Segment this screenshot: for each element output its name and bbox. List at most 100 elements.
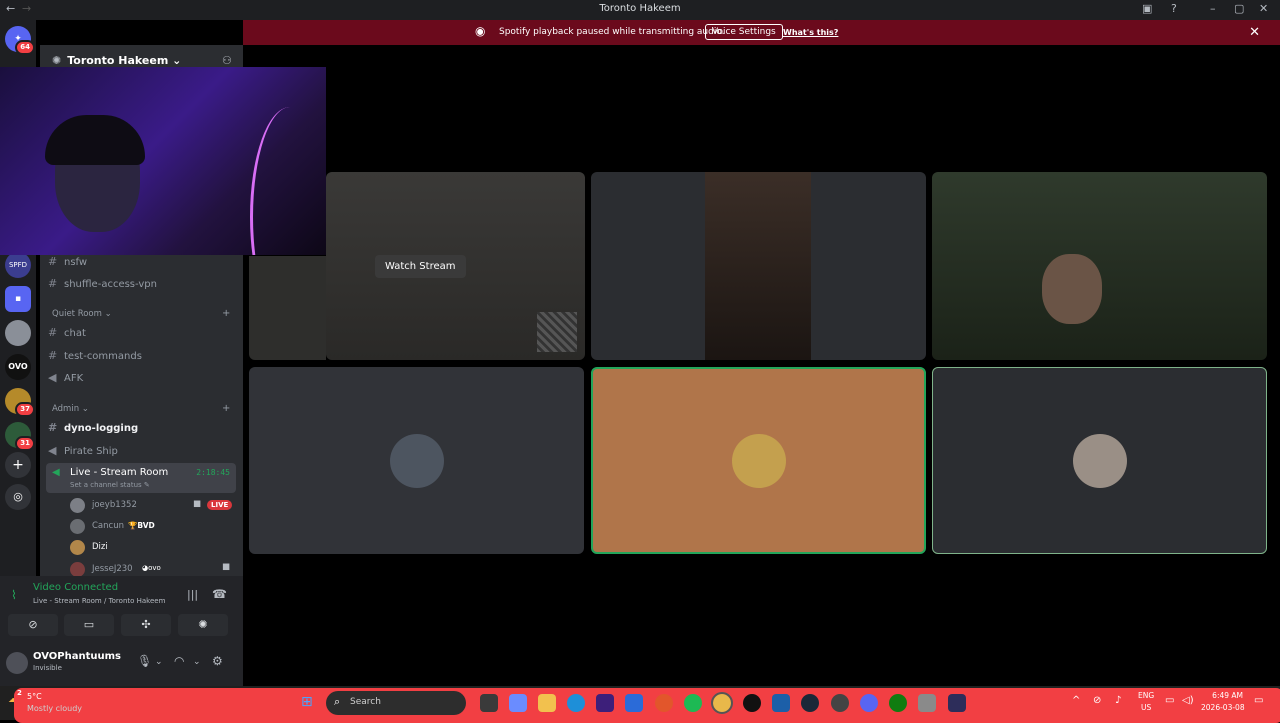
category-admin[interactable]: Admin ⌄ [52,404,89,414]
hash-icon: # [48,277,58,290]
window-title: Toronto Hakeem [599,3,681,14]
camera-off-button[interactable]: ⊘ [8,614,58,636]
voice-tile[interactable] [932,367,1267,554]
weather-desc[interactable]: Mostly cloudy [27,704,82,713]
discover-icon[interactable]: ◎ [5,484,31,510]
video-tile-user[interactable] [591,172,926,360]
camera-icon: ■ [193,499,202,509]
tray-chevron-up-icon[interactable]: ^ [1072,695,1080,706]
channel-chat[interactable]: # chat [48,326,238,344]
category-quiet-room[interactable]: Quiet Room ⌄ [52,309,112,319]
search-icon: ⌕ [334,695,341,708]
voice-tile[interactable] [249,367,584,554]
chevron-down-icon[interactable]: ⌄ [155,657,163,667]
user-video-feed [1042,254,1102,324]
next-app-icon[interactable] [596,694,614,712]
inbox-icon[interactable]: ▣ [1142,2,1152,15]
banner-message: Spotify playback paused while transmitti… [499,27,725,37]
edge-icon[interactable] [567,694,585,712]
minimize-icon[interactable]: – [1210,2,1216,15]
close-banner-icon[interactable]: ✕ [1249,25,1260,40]
task-view-icon[interactable] [480,694,498,712]
server-icon-anime[interactable] [5,320,31,346]
language-indicator[interactable]: ENG [1138,691,1154,700]
noise-suppression-icon[interactable]: ||| [187,588,198,601]
voice-status[interactable]: Video Connected [33,582,118,593]
language-region[interactable]: US [1141,703,1151,712]
voice-tile-speaking[interactable] [591,367,926,554]
brave-icon[interactable] [655,694,673,712]
app-icon[interactable] [948,694,966,712]
direct-messages-button[interactable]: ✦ 64 [5,26,35,55]
steam-icon[interactable] [801,694,819,712]
server-name[interactable]: ✺ Toronto Hakeem ⌄ [52,54,181,67]
activities-button[interactable]: ✣ [121,614,171,636]
voice-user[interactable]: Dizi [70,540,235,556]
xbox-icon[interactable] [889,694,907,712]
stream-tile-edge [249,256,326,360]
4k-icon[interactable] [743,694,761,712]
live-badge: LIVE [207,500,233,510]
add-channel-icon[interactable]: + [222,308,230,319]
file-explorer-icon[interactable] [538,694,556,712]
channel-test-commands[interactable]: # test-commands [48,349,238,367]
soundboard-button[interactable]: ✺ [178,614,228,636]
hash-icon: # [48,255,58,268]
server-icon-ovo[interactable]: OVO [5,354,31,380]
microphone-icon[interactable]: 🎙 [137,654,152,668]
copilot-icon[interactable] [509,694,527,712]
voice-user[interactable]: Cancun 🏆BVD [70,519,235,535]
channel-dyno-logging[interactable]: # dyno-logging [48,421,238,439]
chrome-icon[interactable] [711,692,733,714]
discord-taskbar-icon[interactable] [860,694,878,712]
server-icon-yellow[interactable]: 37 [5,388,35,417]
channel-afk[interactable]: ◀ AFK [48,371,238,389]
share-screen-button[interactable]: ▭ [64,614,114,636]
channel-pirate-ship[interactable]: ◀ Pirate Ship [48,444,238,462]
connection-icon: ⌇ [11,588,17,602]
channel-nsfw[interactable]: # nsfw [48,255,238,273]
tray-mic-icon[interactable]: ♪ [1115,695,1121,706]
volume-icon[interactable]: ◁) [1182,695,1194,706]
add-server-icon[interactable]: + [5,452,31,478]
headset-icon[interactable]: ◠ [174,654,184,668]
watch-stream-button[interactable]: Watch Stream [375,255,466,278]
invite-icon[interactable]: ⚇ [222,54,232,67]
call-timer: 2:18:45 [196,468,230,477]
network-off-icon[interactable]: ⊘ [1093,695,1101,706]
spotify-icon: ◉ [475,24,486,38]
folder-icon[interactable]: ▪ [5,286,31,312]
weather-temp[interactable]: 5°C [27,692,42,701]
add-channel-icon[interactable]: + [222,403,230,414]
voice-location[interactable]: Live - Stream Room / Toronto Hakeem [33,597,165,605]
help-icon[interactable]: ? [1171,2,1177,15]
server-icon-spfd[interactable]: SPFD [5,252,31,278]
settings-gear-icon[interactable]: ⚙ [212,654,223,668]
account-name[interactable]: OVOPhantuums [33,651,121,662]
close-window-icon[interactable]: ✕ [1259,2,1268,15]
start-windows-icon[interactable]: ⊞ [301,694,313,710]
clock-time[interactable]: 6:49 AM [1201,691,1243,700]
taskbar-search[interactable]: ⌕ Search [326,691,466,715]
whats-this-link[interactable]: What's this? [783,28,838,37]
app-icon[interactable] [918,694,936,712]
display-icon[interactable]: ▭ [1165,695,1174,706]
maximize-icon[interactable]: ▢ [1234,2,1244,15]
channel-shuffle-access-vpn[interactable]: # shuffle-access-vpn [48,277,238,295]
chevron-down-icon[interactable]: ⌄ [193,657,201,667]
server-icon-green[interactable]: 31 [5,422,35,451]
disconnect-icon[interactable]: ☎ [212,587,227,601]
voice-settings-button[interactable]: Voice Settings [705,24,783,40]
video-tile-user[interactable] [932,172,1267,360]
avatar [6,652,28,674]
app-icon[interactable] [625,694,643,712]
notifications-icon[interactable]: ▭ [1254,695,1263,706]
clock-date[interactable]: 2026-03-08 [1201,703,1245,712]
webcam-overlay [0,67,326,255]
set-status-link[interactable]: Set a channel status ✎ [70,481,150,489]
obs-icon[interactable] [831,694,849,712]
channel-live-stream-room[interactable]: ◀ Live - Stream Room 2:18:45 Set a chann… [46,463,236,493]
voice-user[interactable]: joeyb1352 ■ LIVE [70,498,235,514]
photos-icon[interactable] [772,694,790,712]
spotify-taskbar-icon[interactable] [684,694,702,712]
